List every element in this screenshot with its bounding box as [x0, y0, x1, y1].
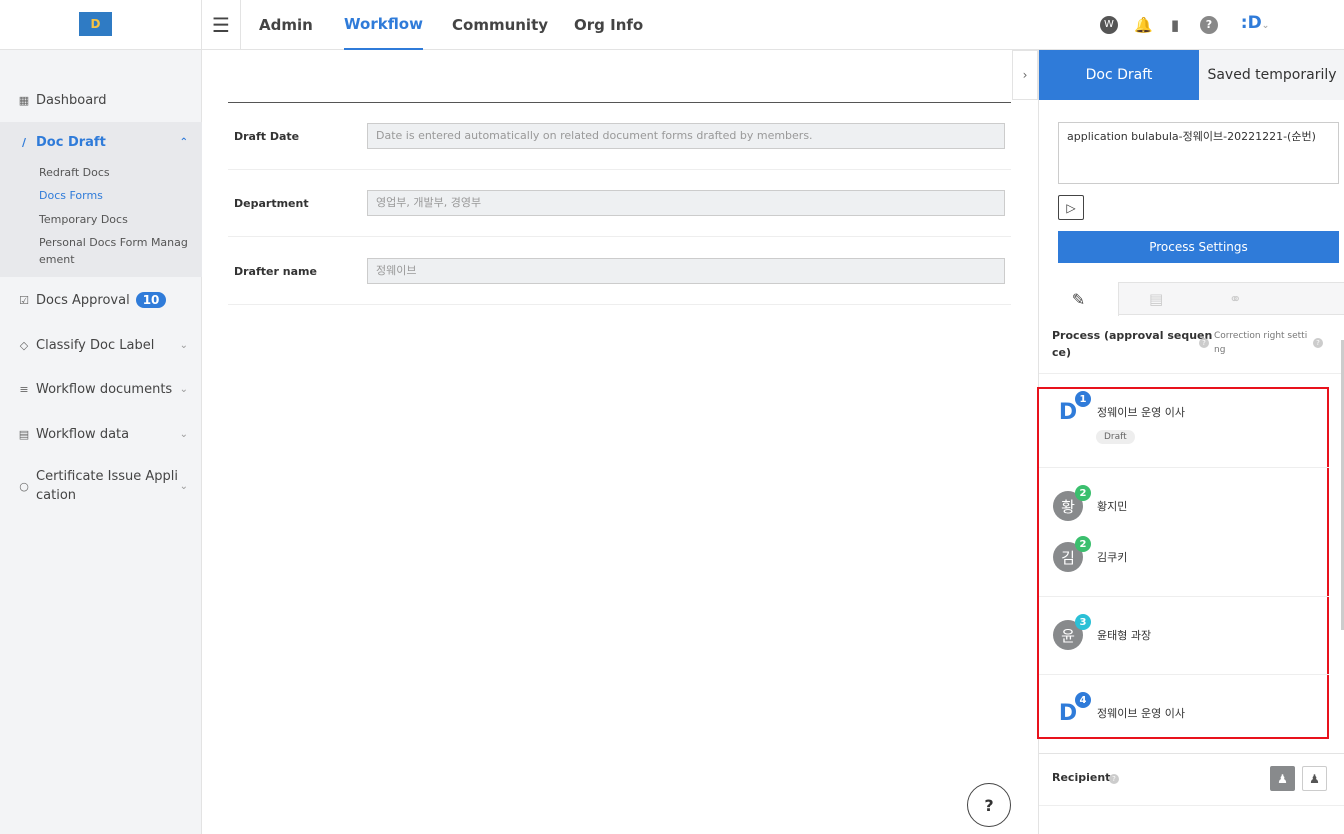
- avatar: 윤3: [1053, 614, 1091, 650]
- add-recipient-icon[interactable]: ♟: [1270, 766, 1295, 791]
- sidebar-sub-redraft[interactable]: Redraft Docs: [39, 164, 110, 181]
- sidebar-sub-personal-cont[interactable]: ement: [39, 251, 75, 268]
- database-icon: ▤: [18, 427, 30, 441]
- chevron-down-icon: ⌄: [179, 339, 188, 351]
- sidebar-sub-docs-forms[interactable]: Docs Forms: [39, 187, 103, 204]
- add-reference-icon[interactable]: ♟: [1302, 766, 1327, 791]
- chevron-down-icon: ⌄: [179, 383, 188, 395]
- sidebar-sub-temporary[interactable]: Temporary Docs: [39, 211, 128, 228]
- user-avatar[interactable]: :D⌄: [1240, 13, 1270, 33]
- sidebar-item-doc-draft[interactable]: ∕ Doc Draft ⌃: [0, 132, 202, 152]
- dashboard-icon: ▦: [18, 93, 30, 107]
- panel-collapse-button[interactable]: ›: [1012, 50, 1038, 100]
- attachment-icon[interactable]: ⚭: [1229, 290, 1242, 308]
- menu-toggle-button[interactable]: ☰: [201, 0, 241, 50]
- nav-admin[interactable]: Admin: [259, 0, 313, 50]
- approval-icon: ☑: [19, 293, 29, 307]
- department-row: Department 영업부, 개발부, 경영부: [228, 170, 1011, 237]
- pen-icon: ∕: [21, 135, 27, 149]
- nav-workflow[interactable]: Workflow: [344, 0, 423, 50]
- approval-count-badge: 10: [135, 292, 167, 308]
- avatar: 황2: [1053, 485, 1091, 521]
- comment-icon[interactable]: ▤: [1149, 290, 1163, 308]
- nav-community[interactable]: Community: [452, 0, 548, 50]
- approval-panel: Doc Draft Saved temporarily application …: [1037, 50, 1344, 834]
- app-logo[interactable]: D: [79, 12, 112, 36]
- sidebar: ▦ Dashboard ∕ Doc Draft ⌃ Redraft Docs Docs…: [0, 50, 202, 834]
- sidebar-item-dashboard[interactable]: ▦ Dashboard: [0, 90, 202, 110]
- tag-icon: ◇: [19, 338, 29, 352]
- sidebar-sub-personal[interactable]: Personal Docs Form Manag: [39, 234, 188, 251]
- info-icon[interactable]: ?: [1199, 338, 1209, 348]
- recipient-label: Recipient: [1052, 771, 1111, 784]
- draft-date-field[interactable]: Date is entered automatically on related…: [367, 123, 1005, 149]
- doc-title-textarea[interactable]: application bulabula-정웨이브-20221221-(순번): [1058, 122, 1339, 184]
- drafter-name-field[interactable]: 정웨이브: [367, 258, 1005, 284]
- avatar: 김2: [1053, 536, 1091, 572]
- bell-icon[interactable]: 🔔: [1134, 16, 1153, 34]
- help-float-button[interactable]: ?: [967, 783, 1011, 827]
- form-area: Draft Date Date is entered automatically…: [202, 50, 1012, 834]
- process-settings-button[interactable]: Process Settings: [1058, 231, 1339, 263]
- department-field[interactable]: 영업부, 개발부, 경영부: [367, 190, 1005, 216]
- approver-1[interactable]: D 1 정웨이브 운영 이사: [1053, 391, 1185, 427]
- tab-doc-draft[interactable]: Doc Draft: [1039, 50, 1199, 100]
- sidebar-item-wf-data[interactable]: ▤ Workflow data ⌄: [0, 424, 202, 444]
- sidebar-item-wf-docs[interactable]: ≡ Workflow documents ⌄: [0, 379, 202, 399]
- approver-3[interactable]: 김 2 김쿠키: [1053, 536, 1127, 572]
- layers-icon: ≡: [19, 382, 29, 396]
- sidebar-item-approval[interactable]: ☑ Docs Approval 10: [0, 289, 202, 311]
- correction-label: Correction right setti ng: [1214, 331, 1308, 355]
- info-icon[interactable]: ?: [1313, 338, 1323, 348]
- help-icon[interactable]: ?: [1200, 16, 1218, 34]
- approval-doc-icon[interactable]: ✎: [1039, 282, 1119, 316]
- sidebar-item-classify[interactable]: ◇ Classify Doc Label ⌄: [0, 335, 202, 355]
- sidebar-item-certificate[interactable]: ○ Certificate Issue Appli cation ⌄: [0, 466, 202, 506]
- nav-org-info[interactable]: Org Info: [574, 0, 643, 50]
- tab-saved-temporarily[interactable]: Saved temporarily: [1199, 50, 1344, 100]
- chevron-down-icon: ⌄: [179, 480, 188, 492]
- certificate-icon: ○: [19, 479, 29, 493]
- info-icon[interactable]: ?: [1109, 774, 1119, 784]
- label-tag-button[interactable]: ▷: [1058, 195, 1084, 220]
- pulse-icon[interactable]: W: [1100, 16, 1118, 34]
- chevron-up-icon: ⌃: [179, 136, 188, 148]
- draft-date-row: Draft Date Date is entered automatically…: [228, 103, 1011, 170]
- drafter-row: Drafter name 정웨이브: [228, 238, 1011, 305]
- approver-5[interactable]: D 4 정웨이브 운영 이사: [1053, 692, 1185, 728]
- avatar: D1: [1053, 391, 1091, 427]
- approver-4[interactable]: 윤 3 윤태형 과장: [1053, 614, 1151, 650]
- process-label: Process (approval sequen ce): [1052, 329, 1213, 359]
- bookmark-icon[interactable]: ▮: [1166, 16, 1184, 34]
- chevron-down-icon: ⌄: [179, 428, 188, 440]
- avatar: D4: [1053, 692, 1091, 728]
- draft-tag: Draft: [1096, 430, 1135, 444]
- approver-2[interactable]: 황 2 황지민: [1053, 485, 1127, 521]
